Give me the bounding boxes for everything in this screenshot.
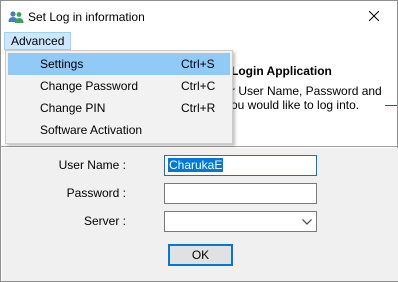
close-button[interactable] (351, 1, 397, 31)
menu-item-label: Settings (40, 57, 84, 71)
password-label: Password : (66, 186, 126, 200)
advanced-dropdown-menu: Settings Ctrl+S Change Password Ctrl+C C… (5, 50, 233, 144)
server-label: Server : (83, 214, 126, 228)
menu-advanced[interactable]: Advanced (4, 32, 72, 50)
ok-button[interactable]: OK (168, 244, 233, 266)
users-icon (8, 11, 24, 23)
menu-item-label: Software Activation (40, 123, 143, 137)
login-dialog-window: Set Log in information Advanced Login Ap… (0, 0, 398, 282)
password-input[interactable] (164, 183, 317, 204)
header-divider (385, 105, 397, 106)
menu-item-shortcut: Ctrl+R (181, 101, 216, 115)
window-title: Set Log in information (28, 10, 145, 24)
user-name-value: CharukaE (168, 158, 224, 172)
menu-item-label: Change PIN (40, 101, 106, 115)
user-name-input[interactable]: CharukaE (164, 155, 317, 176)
header-description: r User Name, Password and ou would like … (231, 84, 382, 112)
menu-item-shortcut: Ctrl+S (181, 57, 215, 71)
menu-item-label: Change Password (40, 79, 139, 93)
menu-bar: Advanced (1, 31, 397, 51)
chevron-down-icon (302, 218, 312, 225)
menu-item-shortcut: Ctrl+C (181, 79, 216, 93)
menu-item-change-pin[interactable]: Change PIN Ctrl+R (8, 97, 230, 119)
login-form: User Name : CharukaE Password : Server :… (2, 148, 398, 281)
user-name-label: User Name : (58, 158, 126, 172)
title-bar: Set Log in information (1, 1, 397, 31)
menu-item-software-activation[interactable]: Software Activation (8, 119, 230, 141)
header-title: Login Application (231, 64, 332, 78)
close-icon (369, 11, 379, 21)
server-select[interactable] (164, 211, 317, 232)
menu-item-change-password[interactable]: Change Password Ctrl+C (8, 75, 230, 97)
menu-item-settings[interactable]: Settings Ctrl+S (8, 53, 230, 75)
